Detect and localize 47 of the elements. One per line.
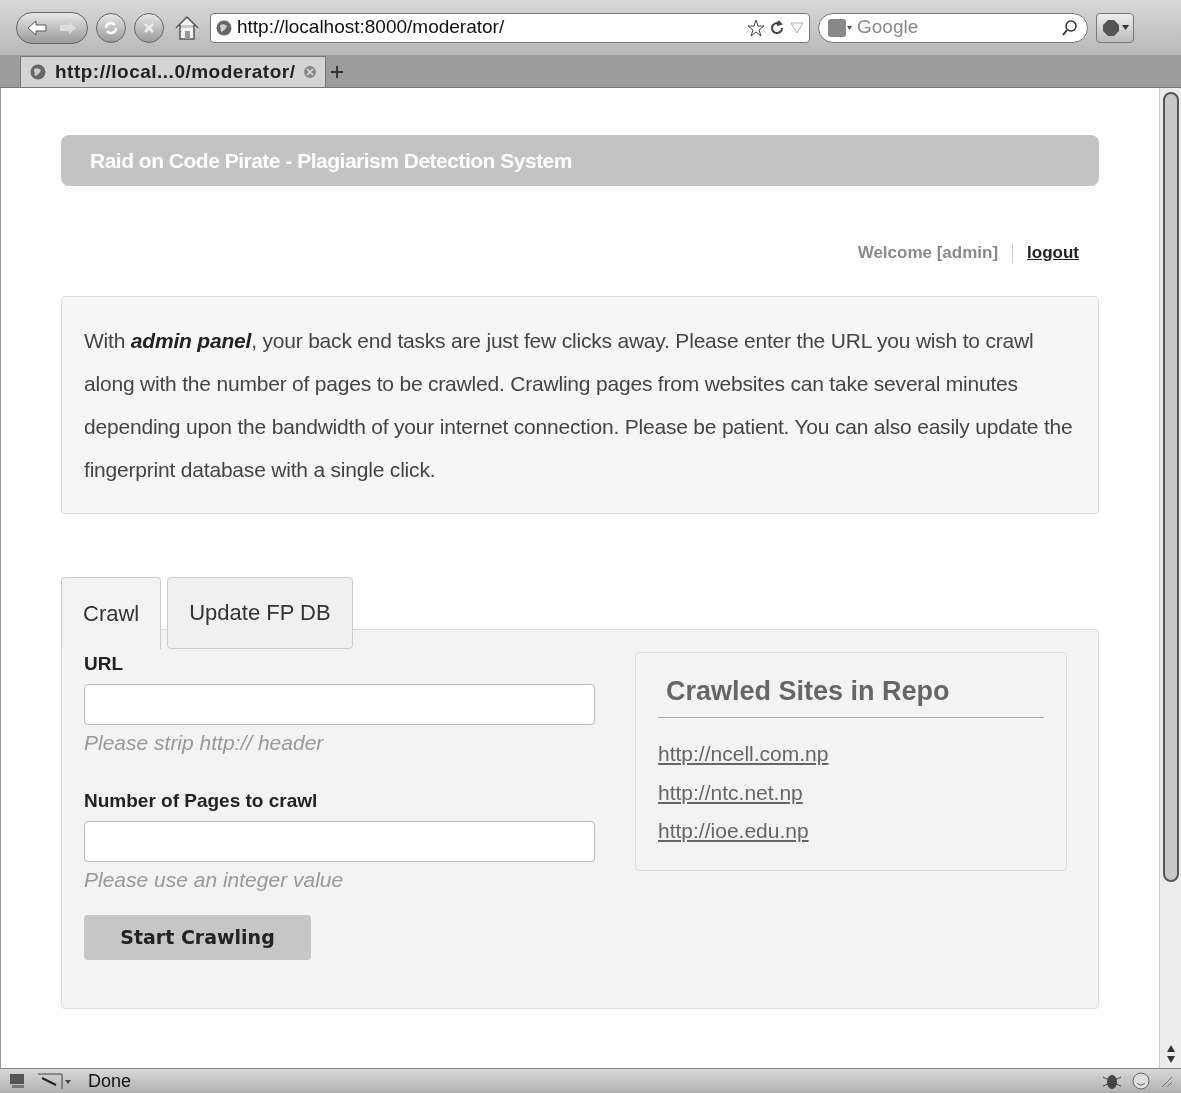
start-crawling-button[interactable]: Start Crawling [84,914,311,960]
site-title: Raid on Code Pirate - Plagiarism Detection System [90,147,572,174]
back-arrow-icon [26,18,48,37]
intro-text: With admin panel, your back end tasks are just few clicks away. Please enter the URL you wish to crawl along with the number of pages to be crawled. Crawling pages from websites can take several minutes depending upon the bandwidth of your internet connection. Please be patient. You can also easily update the fingerprint database with a single click. [84,327,1074,483]
status-text: Done [88,1069,133,1093]
address-bar[interactable]: http://localhost:8000/moderator/ [210,12,810,43]
stop-button[interactable] [134,12,164,43]
input-field[interactable] [84,821,595,862]
reload-icon [103,19,119,36]
close-icon [142,20,156,35]
input-field[interactable] [84,684,595,725]
url-text: http://localhost:8000/moderator/ [237,15,506,40]
resize-grip-icon [1159,1074,1173,1088]
globe-icon [215,18,233,37]
close-icon [303,65,318,79]
welcome-text: Welcome [admin] [857,242,999,264]
logout-link[interactable]: logout [1027,240,1079,266]
tab[interactable]: Update FP DB [167,576,353,649]
forward-arrow-icon [58,19,78,36]
help-text: Please use an integer value [84,867,345,893]
globe-icon [29,63,47,81]
repo-title: Crawled Sites in Repo [658,670,1044,718]
tab[interactable]: Crawl [61,576,162,649]
caret-icon [1121,25,1129,30]
help-text: Please strip http:// header [84,730,325,756]
new-tab-icon[interactable] [330,65,345,79]
stop-sign-icon [1101,18,1120,37]
smiley-icon [1131,1071,1151,1091]
field-label: URL [84,651,125,676]
scrollbar[interactable] [1159,88,1181,1068]
dropdown-icon [789,19,805,36]
back-forward-button[interactable] [16,11,88,44]
reload-button[interactable] [96,12,126,43]
field-label: Number of Pages to crawl [84,788,319,813]
site-link[interactable]: http://ioe.edu.np [658,815,809,847]
scroll-up-icon [1165,1044,1176,1054]
site-link[interactable]: http://ncell.com.np [658,738,829,770]
search-engine-icon [827,17,853,38]
site-link[interactable]: http://ntc.net.np [658,776,803,808]
browser-tab[interactable]: http://local...0/moderator/ [20,56,327,87]
search-box[interactable]: Google [818,12,1088,43]
adblock-button[interactable] [1096,12,1134,43]
reload-icon [769,19,785,36]
search-icon [1061,18,1079,37]
search-field[interactable]: Google [857,13,1057,42]
star-icon [747,18,765,37]
scroll-down-icon [1165,1054,1176,1064]
